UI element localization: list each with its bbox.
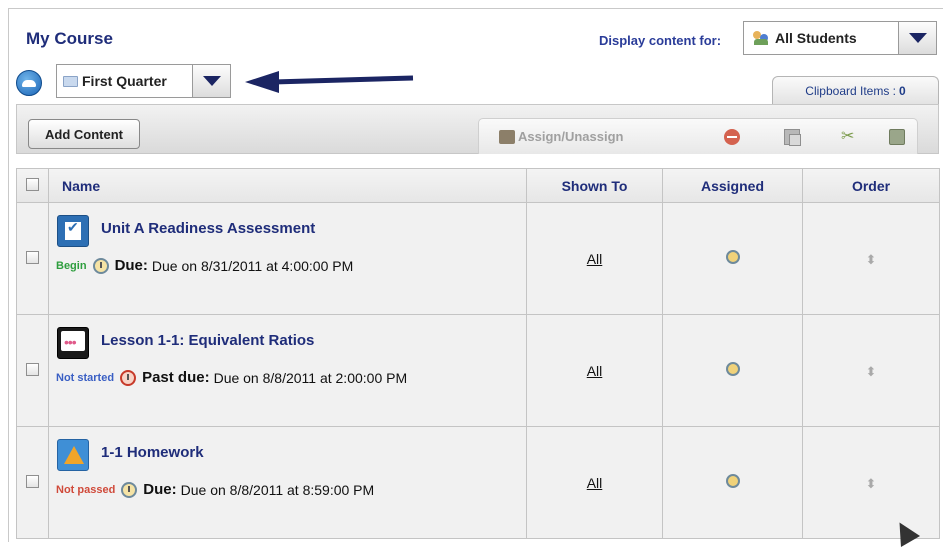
row-select-cell	[16, 314, 49, 427]
chevron-down-icon	[908, 33, 927, 43]
status-badge[interactable]: Not passed	[56, 484, 115, 496]
status-line: Not started Past due: Due on 8/8/2011 at…	[56, 369, 407, 386]
row-checkbox[interactable]	[26, 362, 39, 376]
alarm-clock-icon	[120, 369, 137, 386]
toolbar: Add Content Assign/Unassign ✂	[16, 104, 939, 154]
name-cell: Lesson 1-1: Equivalent Ratios Not starte…	[48, 314, 527, 427]
lesson-icon	[57, 327, 89, 359]
column-header-name[interactable]: Name	[48, 168, 527, 203]
item-title-link[interactable]: 1-1 Homework	[101, 444, 204, 461]
table-header-row: Name Shown To Assigned Order	[16, 168, 940, 203]
row-select-cell	[16, 426, 49, 539]
status-line: Begin Due: Due on 8/31/2011 at 4:00:00 P…	[56, 257, 353, 274]
column-header-shown-to[interactable]: Shown To	[526, 168, 663, 203]
assign-unassign-button[interactable]: Assign/Unassign	[499, 129, 623, 144]
alarm-clock-icon	[121, 481, 138, 498]
due-text: Due on 8/8/2011 at 2:00:00 PM	[213, 369, 408, 386]
student-filter-dropdown-button[interactable]	[898, 22, 936, 54]
quarter-select-value: First Quarter	[82, 73, 167, 89]
row-checkbox[interactable]	[26, 474, 39, 488]
content-table: Name Shown To Assigned Order Unit A Read…	[16, 168, 940, 539]
updown-arrows-icon[interactable]: ⬍	[866, 476, 877, 491]
column-header-order[interactable]: Order	[802, 168, 940, 203]
select-all-checkbox[interactable]	[26, 177, 39, 191]
shown-to-cell: All	[526, 426, 663, 539]
display-content-label: Display content for:	[599, 33, 722, 48]
assign-unassign-label: Assign/Unassign	[518, 129, 624, 144]
shown-to-link[interactable]: All	[587, 475, 603, 491]
delete-icon[interactable]	[724, 129, 740, 145]
row-select-cell	[16, 202, 49, 315]
order-cell: ⬍	[802, 314, 940, 427]
assigned-cell	[662, 426, 803, 539]
updown-arrows-icon[interactable]: ⬍	[866, 252, 877, 267]
status-badge[interactable]: Begin	[56, 260, 87, 272]
scissors-icon[interactable]: ✂	[841, 129, 857, 145]
due-label: Due:	[114, 257, 148, 274]
item-title-link[interactable]: Unit A Readiness Assessment	[101, 220, 315, 237]
folder-icon	[63, 75, 78, 87]
due-label: Due:	[143, 481, 177, 498]
column-header-assigned[interactable]: Assigned	[662, 168, 803, 203]
homework-icon	[57, 439, 89, 471]
clipboard-label: Clipboard Items :	[805, 83, 896, 98]
due-label: Past due:	[142, 369, 210, 386]
due-text: Due on 8/31/2011 at 4:00:00 PM	[151, 257, 354, 274]
select-all-cell	[16, 168, 49, 203]
paste-icon[interactable]	[889, 129, 905, 145]
order-cell: ⬍	[802, 426, 940, 539]
status-badge[interactable]: Not started	[56, 372, 114, 384]
quarter-select[interactable]: First Quarter	[56, 64, 231, 98]
copy-icon[interactable]	[784, 129, 801, 146]
updown-arrows-icon[interactable]: ⬍	[866, 364, 877, 379]
assessment-icon	[57, 215, 89, 247]
alarm-clock-icon[interactable]	[725, 474, 740, 488]
order-cell: ⬍	[802, 202, 940, 315]
status-line: Not passed Due: Due on 8/8/2011 at 8:59:…	[56, 481, 374, 498]
item-title-link[interactable]: Lesson 1-1: Equivalent Ratios	[101, 332, 314, 349]
table-row: Unit A Readiness Assessment Begin Due: D…	[16, 202, 940, 315]
pencil-assign-icon	[499, 129, 515, 144]
circle-back-icon[interactable]	[16, 70, 42, 96]
quarter-dropdown-button[interactable]	[192, 65, 230, 97]
table-row: Lesson 1-1: Equivalent Ratios Not starte…	[16, 314, 940, 427]
shown-to-cell: All	[526, 314, 663, 427]
add-content-button[interactable]: Add Content	[28, 119, 140, 149]
alarm-clock-icon[interactable]	[725, 250, 740, 264]
annotation-arrow-icon	[245, 71, 414, 93]
assigned-cell	[662, 314, 803, 427]
alarm-clock-icon[interactable]	[725, 362, 740, 376]
alarm-clock-icon	[92, 257, 109, 274]
row-checkbox[interactable]	[26, 250, 39, 264]
name-cell: Unit A Readiness Assessment Begin Due: D…	[48, 202, 527, 315]
student-filter-select[interactable]: All Students	[743, 21, 937, 55]
due-text: Due on 8/8/2011 at 8:59:00 PM	[180, 481, 375, 498]
clipboard-tab[interactable]: Clipboard Items : 0	[772, 76, 939, 104]
assigned-cell	[662, 202, 803, 315]
student-filter-value: All Students	[775, 30, 857, 46]
shown-to-cell: All	[526, 202, 663, 315]
toolbar-actions: Assign/Unassign ✂	[478, 118, 918, 154]
page-title: My Course	[26, 29, 113, 48]
clipboard-count: 0	[899, 83, 906, 98]
shown-to-link[interactable]: All	[587, 251, 603, 267]
table-row: 1-1 Homework Not passed Due: Due on 8/8/…	[16, 426, 940, 539]
name-cell: 1-1 Homework Not passed Due: Due on 8/8/…	[48, 426, 527, 539]
shown-to-link[interactable]: All	[587, 363, 603, 379]
chevron-down-icon	[202, 76, 221, 86]
students-icon	[753, 31, 769, 45]
